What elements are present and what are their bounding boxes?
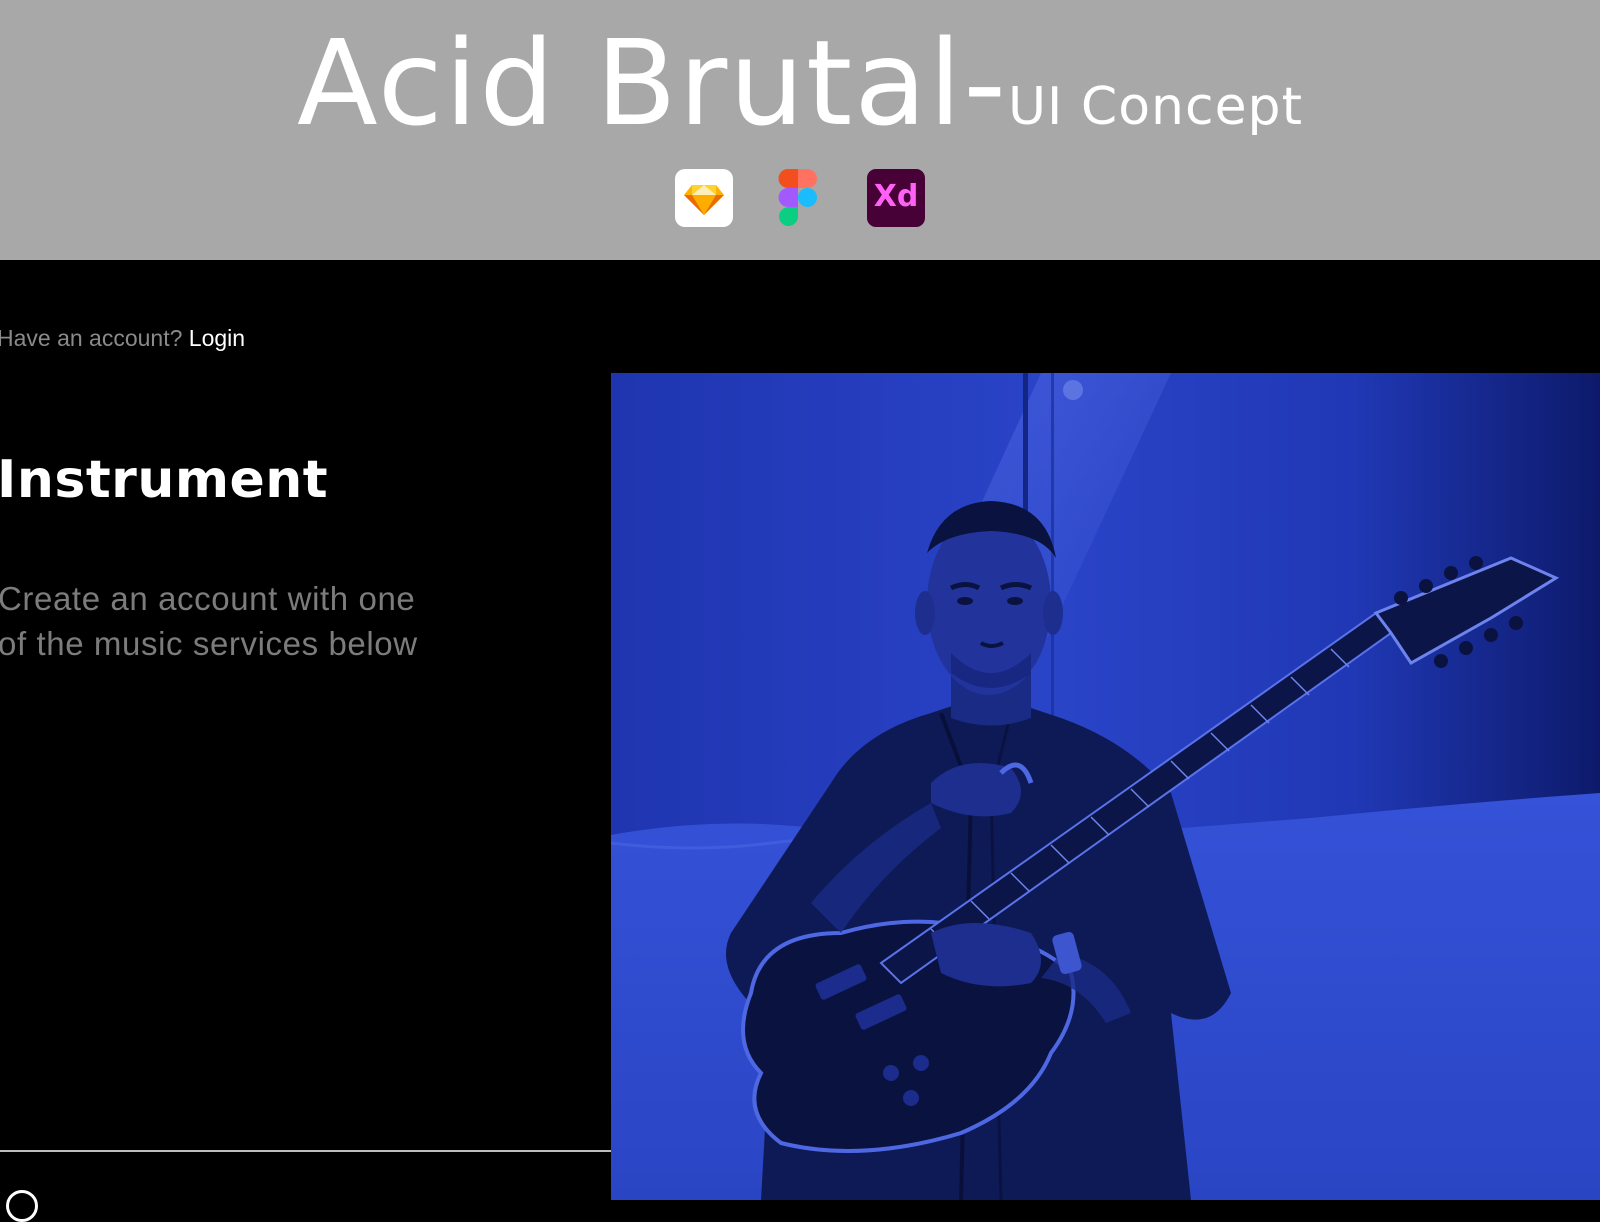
login-link[interactable]: Login [189, 325, 245, 351]
account-prompt: Have an account? Login [0, 325, 245, 352]
design-tools-row: Xd [0, 169, 1600, 227]
xd-icon-label: Xd [873, 179, 919, 214]
banner-title-main: Acid Brutal- [297, 14, 1008, 152]
service-icon-partial[interactable] [6, 1190, 38, 1222]
account-question: Have an account? [0, 325, 183, 351]
hero-image [611, 373, 1600, 1200]
showcase-banner: Acid Brutal-UI Concept Xd [0, 0, 1600, 260]
intro-text: Create an account with one of the music … [0, 580, 418, 662]
signup-page: Have an account? Login Instrument Create… [0, 260, 1600, 1222]
brand-title: Instrument [0, 450, 329, 510]
divider [0, 1150, 611, 1152]
sketch-icon [675, 169, 733, 227]
guitarist-photo [611, 373, 1600, 1200]
figma-icon [778, 169, 836, 227]
xd-icon: Xd [867, 169, 925, 227]
banner-title: Acid Brutal-UI Concept [0, 14, 1600, 152]
banner-title-sub: UI Concept [1007, 77, 1303, 137]
